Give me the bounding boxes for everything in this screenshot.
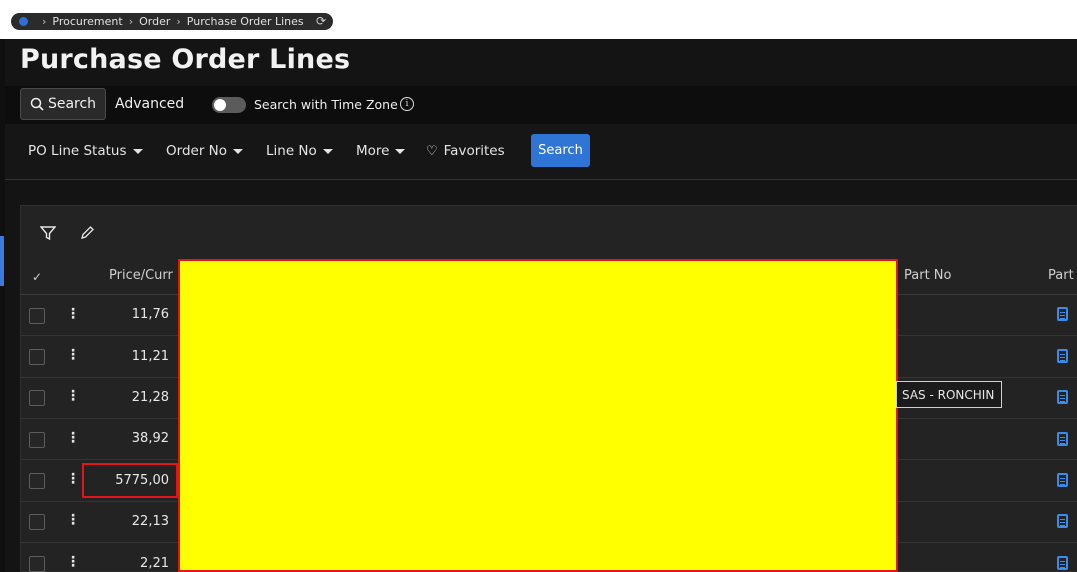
caret-down-icon xyxy=(132,148,143,154)
search-tab-label: Search xyxy=(47,96,97,112)
breadcrumb-item-procurement[interactable]: Procurement xyxy=(52,15,122,28)
filter-line-no[interactable]: Line No xyxy=(266,143,333,159)
filter-icon[interactable] xyxy=(39,225,57,245)
kebab-menu-icon[interactable]: ⋮ xyxy=(66,471,80,487)
chevron-right-icon: › xyxy=(42,15,47,28)
document-icon[interactable] xyxy=(1057,556,1068,570)
kebab-menu-icon[interactable]: ⋮ xyxy=(66,512,80,528)
kebab-menu-icon[interactable]: ⋮ xyxy=(66,430,80,446)
document-icon[interactable] xyxy=(1057,390,1068,404)
caret-down-icon xyxy=(233,148,244,154)
timezone-toggle[interactable] xyxy=(212,97,246,113)
row-checkbox[interactable] xyxy=(29,349,45,365)
row-checkbox[interactable] xyxy=(29,514,45,530)
toggle-knob xyxy=(214,99,226,111)
filter-order-no[interactable]: Order No xyxy=(166,143,244,159)
chevron-right-icon: › xyxy=(176,15,181,28)
filter-more[interactable]: More xyxy=(356,143,406,159)
favorites-label: Favorites xyxy=(443,143,505,159)
chevron-right-icon: › xyxy=(128,15,134,28)
search-button[interactable]: Search xyxy=(531,134,590,167)
document-icon[interactable] xyxy=(1057,473,1068,487)
search-tab[interactable]: Search xyxy=(20,88,106,120)
search-icon xyxy=(30,97,44,111)
timezone-label: Search with Time Zone xyxy=(254,97,398,112)
column-header-part-no[interactable]: Part No xyxy=(904,268,951,283)
cell-tooltip: SAS - RONCHIN xyxy=(896,381,1002,408)
price-cell: 22,13 xyxy=(131,514,169,529)
favorites-menu[interactable]: ♡ Favorites xyxy=(426,143,505,159)
kebab-menu-icon[interactable]: ⋮ xyxy=(66,554,80,570)
kebab-menu-icon[interactable]: ⋮ xyxy=(66,388,80,404)
caret-down-icon xyxy=(395,148,406,154)
caret-down-icon xyxy=(322,148,333,154)
row-checkbox[interactable] xyxy=(29,432,45,448)
document-icon[interactable] xyxy=(1057,432,1068,446)
price-cell: 2,21 xyxy=(140,556,169,571)
filter-label: Line No xyxy=(266,143,317,159)
breadcrumb-item-purchase-order-lines[interactable]: Purchase Order Lines xyxy=(187,15,304,28)
row-checkbox[interactable] xyxy=(29,556,45,572)
filter-po-line-status[interactable]: PO Line Status xyxy=(28,143,143,159)
row-checkbox[interactable] xyxy=(29,473,45,489)
refresh-icon[interactable]: ⟳ xyxy=(316,14,326,28)
breadcrumb-bar: › Procurement › Order › Purchase Order L… xyxy=(0,6,1077,39)
filter-label: PO Line Status xyxy=(28,143,127,159)
column-header-price-curr[interactable]: Price/Curr xyxy=(109,268,173,283)
heart-icon: ♡ xyxy=(426,143,438,159)
kebab-menu-icon[interactable]: ⋮ xyxy=(66,306,80,322)
info-icon[interactable]: i xyxy=(400,97,414,111)
price-cell: 38,92 xyxy=(131,431,169,446)
price-cell: 11,76 xyxy=(131,307,169,322)
filter-label: Order No xyxy=(166,143,228,159)
column-header-part[interactable]: Part xyxy=(1048,268,1074,283)
redaction-box xyxy=(178,259,898,572)
filter-label: More xyxy=(356,143,390,159)
kebab-menu-icon[interactable]: ⋮ xyxy=(66,347,80,363)
document-icon[interactable] xyxy=(1057,349,1068,363)
left-nav-accent xyxy=(0,236,4,286)
home-icon[interactable] xyxy=(19,17,28,26)
row-checkbox[interactable] xyxy=(29,390,45,406)
price-cell: 11,21 xyxy=(131,349,169,364)
page-title: Purchase Order Lines xyxy=(20,44,351,75)
row-checkbox[interactable] xyxy=(29,308,45,324)
breadcrumb: › Procurement › Order › Purchase Order L… xyxy=(11,13,333,30)
select-all-check-icon[interactable]: ✓ xyxy=(32,270,42,284)
edit-icon[interactable] xyxy=(80,225,95,244)
breadcrumb-item-order[interactable]: Order xyxy=(139,15,170,28)
document-icon[interactable] xyxy=(1057,307,1068,321)
price-cell: 21,28 xyxy=(131,390,169,405)
advanced-tab[interactable]: Advanced xyxy=(115,96,184,112)
highlighted-cell-outline xyxy=(82,463,178,498)
document-icon[interactable] xyxy=(1057,514,1068,528)
